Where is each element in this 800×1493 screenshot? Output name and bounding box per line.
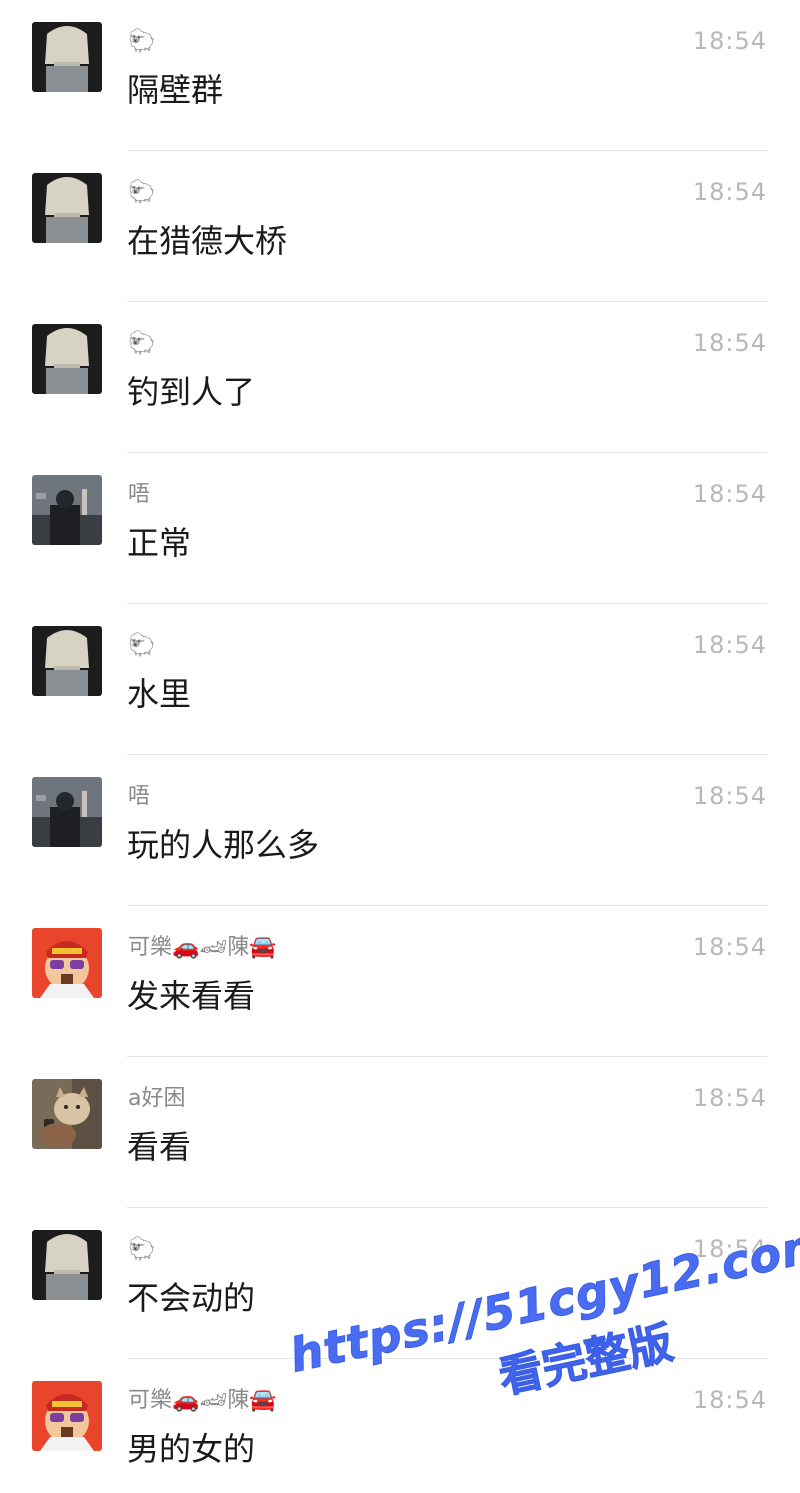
message-text: 钓到人了 bbox=[127, 373, 256, 411]
sender-name: 可樂🚗🏎陳🚘 bbox=[128, 935, 277, 960]
sender-name: 🐑 bbox=[128, 331, 156, 356]
sender-name: 可樂🚗🏎陳🚘 bbox=[128, 1388, 277, 1413]
message-row[interactable]: 🐑 18:54 在猎德大桥 bbox=[0, 151, 800, 302]
message-time: 18:54 bbox=[692, 329, 767, 357]
message-row[interactable]: 🐑 18:54 隔壁群 bbox=[0, 0, 800, 151]
message-text: 隔壁群 bbox=[127, 71, 224, 109]
avatar[interactable] bbox=[32, 1079, 102, 1149]
message-time: 18:54 bbox=[692, 782, 767, 810]
message-time: 18:54 bbox=[692, 631, 767, 659]
sender-name: 唔 bbox=[128, 784, 151, 809]
avatar[interactable] bbox=[32, 928, 102, 998]
avatar[interactable] bbox=[32, 1381, 102, 1451]
message-time: 18:54 bbox=[692, 178, 767, 206]
sender-name: 🐑 bbox=[128, 633, 156, 658]
avatar[interactable] bbox=[32, 324, 102, 394]
message-time: 18:54 bbox=[692, 933, 767, 961]
message-text: 正常 bbox=[127, 524, 192, 562]
message-text: 水里 bbox=[127, 675, 192, 713]
message-row[interactable]: 唔 18:54 玩的人那么多 bbox=[0, 755, 800, 906]
message-time: 18:54 bbox=[692, 1386, 767, 1414]
message-text: 不会动的 bbox=[127, 1279, 256, 1317]
avatar[interactable] bbox=[32, 777, 102, 847]
sender-name: 🐑 bbox=[128, 180, 156, 205]
sender-name: 唔 bbox=[128, 482, 151, 507]
avatar[interactable] bbox=[32, 626, 102, 696]
message-text: 看看 bbox=[127, 1128, 192, 1166]
sender-name: 🐑 bbox=[128, 29, 156, 54]
message-time: 18:54 bbox=[692, 1084, 767, 1112]
sender-name: a好困 bbox=[128, 1086, 186, 1111]
avatar[interactable] bbox=[32, 173, 102, 243]
message-time: 18:54 bbox=[692, 27, 767, 55]
message-time: 18:54 bbox=[692, 480, 767, 508]
message-row[interactable]: 唔 18:54 正常 bbox=[0, 453, 800, 604]
avatar[interactable] bbox=[32, 1230, 102, 1300]
message-row[interactable]: 🐑 18:54 不会动的 bbox=[0, 1208, 800, 1359]
message-row[interactable]: 可樂🚗🏎陳🚘 18:54 发来看看 bbox=[0, 906, 800, 1057]
avatar[interactable] bbox=[32, 22, 102, 92]
message-text: 男的女的 bbox=[127, 1430, 256, 1468]
message-row[interactable]: a好困 18:54 看看 bbox=[0, 1057, 800, 1208]
message-row[interactable]: 🐑 18:54 水里 bbox=[0, 604, 800, 755]
message-text: 玩的人那么多 bbox=[127, 826, 320, 864]
message-time: 18:54 bbox=[692, 1235, 767, 1263]
message-text: 发来看看 bbox=[127, 977, 256, 1015]
sender-name: 🐑 bbox=[128, 1237, 156, 1262]
avatar[interactable] bbox=[32, 475, 102, 545]
message-row[interactable]: 可樂🚗🏎陳🚘 18:54 男的女的 bbox=[0, 1359, 800, 1493]
message-row[interactable]: 🐑 18:54 钓到人了 bbox=[0, 302, 800, 453]
chat-page: 🐑 18:54 隔壁群 🐑 18:54 在猎德大桥 🐑 18:54 钓到人了 唔… bbox=[0, 0, 800, 1493]
message-text: 在猎德大桥 bbox=[127, 222, 288, 260]
